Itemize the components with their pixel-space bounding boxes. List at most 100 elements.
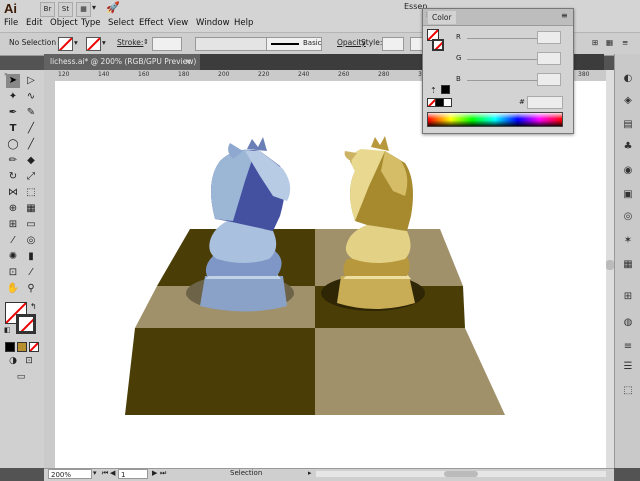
align-icon[interactable]: ⊞	[592, 38, 598, 47]
channel-b-input[interactable]	[537, 73, 561, 86]
default-fill-stroke-icon[interactable]: ◧	[4, 326, 11, 334]
pencil-tool-icon[interactable]: ✏	[6, 154, 20, 168]
stroke-weight-input[interactable]	[152, 37, 182, 51]
transparency-panel-icon[interactable]: ◎	[621, 210, 635, 224]
properties-panel-icon[interactable]: ▤	[621, 118, 635, 132]
gradient-panel-icon[interactable]: ◍	[621, 316, 635, 330]
variable-width-profile[interactable]	[195, 37, 267, 51]
menu-edit[interactable]: Edit	[26, 18, 42, 28]
gpu-performance-icon[interactable]: 🚀	[106, 1, 120, 14]
color-panel-header[interactable]: ⋮ Color ≡	[423, 9, 573, 26]
panel-options-icon[interactable]: ≡	[561, 11, 568, 20]
slice-tool-icon[interactable]: ⁄	[24, 266, 38, 280]
color-mode-icon[interactable]	[5, 342, 15, 352]
scroll-thumb[interactable]	[606, 260, 614, 270]
channel-r-input[interactable]	[537, 31, 561, 44]
draw-mode-icon[interactable]: ◑	[6, 354, 20, 368]
last-artboard-icon[interactable]: ⏭	[160, 469, 166, 478]
stock-icon[interactable]: St	[58, 2, 73, 17]
menu-view[interactable]: View	[168, 18, 188, 28]
pen-tool-icon[interactable]: ✒	[6, 106, 20, 120]
stroke-dropdown-icon[interactable]: ▾	[102, 38, 106, 47]
scale-tool-icon[interactable]: ⤢	[24, 170, 38, 184]
line-segment-tool-icon[interactable]: ╱	[24, 122, 38, 136]
shape-builder-tool-icon[interactable]: ⊕	[6, 202, 20, 216]
stroke-color-box[interactable]	[16, 314, 36, 334]
hex-input[interactable]	[527, 96, 563, 109]
direct-selection-tool-icon[interactable]: ▷	[24, 74, 38, 88]
column-graph-tool-icon[interactable]: ▮	[24, 250, 38, 264]
free-transform-tool-icon[interactable]: ⬚	[24, 186, 38, 200]
prev-artboard-icon[interactable]: ◀	[110, 469, 115, 477]
zoom-tool-icon[interactable]: ⚲	[24, 282, 38, 296]
brush-definition[interactable]: Basic	[266, 37, 322, 51]
arrange-docs-icon[interactable]: ▦	[76, 2, 91, 17]
zoom-dropdown-icon[interactable]: ▾	[93, 469, 97, 477]
vertical-scrollbar[interactable]	[606, 70, 614, 468]
chess-artwork[interactable]	[55, 81, 606, 468]
fill-swatch[interactable]	[58, 37, 73, 51]
lasso-tool-icon[interactable]: ∿	[24, 90, 38, 104]
artboard-number-field[interactable]: 1	[118, 469, 148, 479]
stroke-panel-icon[interactable]: ≡	[621, 340, 635, 354]
appearance-panel-icon[interactable]: ◉	[621, 164, 635, 178]
channel-g-input[interactable]	[537, 52, 561, 65]
next-artboard-icon[interactable]: ▶	[152, 469, 157, 477]
stroke-stepper-icon[interactable]: ⇕	[143, 38, 149, 46]
swatches-panel-icon[interactable]: ▦	[621, 258, 635, 272]
status-menu-icon[interactable]: ▸	[308, 469, 312, 477]
color-spectrum[interactable]	[427, 112, 563, 127]
transform-icon[interactable]: ▦	[606, 38, 613, 47]
menu-effect[interactable]: Effect	[139, 18, 163, 28]
white-swatch[interactable]	[443, 98, 452, 107]
layers-panel-icon[interactable]: ◈	[621, 94, 635, 108]
horizontal-scrollbar[interactable]	[316, 471, 606, 477]
gradient-mode-icon[interactable]	[17, 342, 27, 352]
stroke-swatch[interactable]	[86, 37, 101, 51]
menu-window[interactable]: Window	[196, 18, 230, 28]
artboard-tool-icon[interactable]: ⊡	[6, 266, 20, 280]
graphic-style-swatch[interactable]	[382, 37, 404, 51]
panel-stroke-box[interactable]	[432, 39, 444, 51]
menu-file[interactable]: File	[4, 18, 18, 28]
symbol-sprayer-tool-icon[interactable]: ✺	[6, 250, 20, 264]
brushes-panel-icon[interactable]: ✶	[621, 234, 635, 248]
color-panel-icon[interactable]: ◐	[621, 72, 635, 86]
swap-fill-stroke-icon[interactable]: ↰	[30, 302, 37, 311]
menu-help[interactable]: Help	[234, 18, 253, 28]
gradient-tool-icon[interactable]: ▭	[24, 218, 38, 232]
pathfinder-panel-icon[interactable]: ⬚	[621, 384, 635, 398]
paintbrush-tool-icon[interactable]: ╱	[24, 138, 38, 152]
magic-wand-tool-icon[interactable]: ✦	[6, 90, 20, 104]
align-panel-icon[interactable]: ☰	[621, 360, 635, 374]
menu-select[interactable]: Select	[108, 18, 134, 28]
perspective-grid-tool-icon[interactable]: ▦	[24, 202, 38, 216]
type-tool-icon[interactable]: T	[6, 122, 20, 136]
eraser-tool-icon[interactable]: ◆	[24, 154, 38, 168]
draw-inside-icon[interactable]: ⊡	[22, 354, 36, 368]
screen-mode-icon[interactable]: ▭	[14, 370, 28, 384]
curvature-tool-icon[interactable]: ✎	[24, 106, 38, 120]
black-swatch[interactable]	[441, 85, 450, 94]
rotate-tool-icon[interactable]: ↻	[6, 170, 20, 184]
menu-type[interactable]: Type	[81, 18, 101, 28]
close-tab-icon[interactable]: ×	[185, 54, 191, 70]
eyedropper-tool-icon[interactable]: ⁄	[6, 234, 20, 248]
arrange-docs-chevron-icon[interactable]: ▾	[92, 3, 96, 12]
blend-tool-icon[interactable]: ◎	[24, 234, 38, 248]
status-mode[interactable]: Selection	[230, 469, 262, 477]
scroll-thumb[interactable]	[444, 471, 478, 477]
first-artboard-icon[interactable]: ⏮	[102, 469, 108, 478]
bridge-icon[interactable]: Br	[40, 2, 55, 17]
out-of-gamut-icon[interactable]: ⇡	[430, 86, 437, 95]
mesh-tool-icon[interactable]: ⊞	[6, 218, 20, 232]
document-tab[interactable]: lichess.ai* @ 200% (RGB/GPU Preview) ×	[44, 54, 200, 70]
symbols-panel-icon[interactable]: ♣	[621, 140, 635, 154]
fill-dropdown-icon[interactable]: ▾	[74, 38, 78, 47]
stroke-label[interactable]: Stroke:	[117, 38, 143, 47]
asset-export-icon[interactable]: ⊞	[621, 290, 635, 304]
panel-menu-icon[interactable]: ≡	[622, 38, 628, 47]
graphic-styles-icon[interactable]: ▣	[621, 188, 635, 202]
menu-object[interactable]: Object	[50, 18, 78, 28]
hand-tool-icon[interactable]: ✋	[6, 282, 20, 296]
